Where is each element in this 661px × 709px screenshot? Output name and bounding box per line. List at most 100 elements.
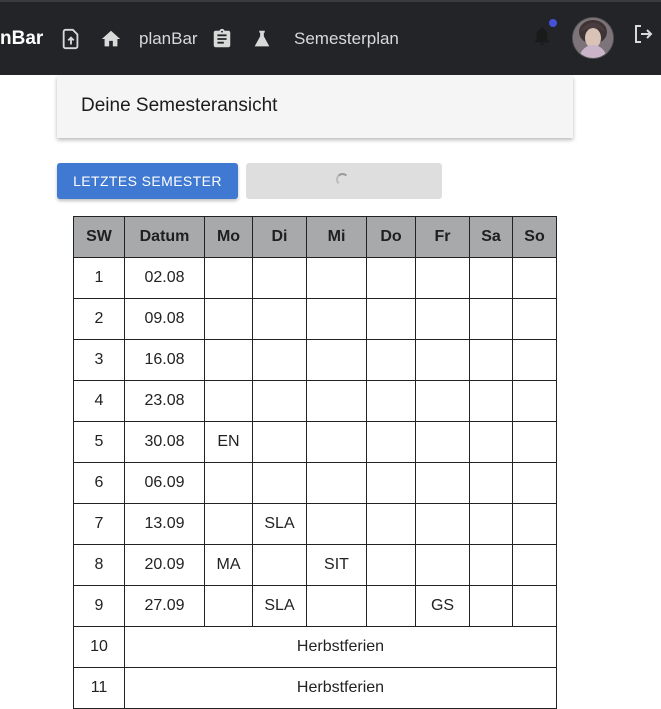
- cell-mi: [306, 503, 367, 545]
- clipboard-icon[interactable]: [211, 28, 233, 50]
- column-header-datum: Datum: [124, 216, 205, 258]
- cell-fr: [415, 380, 470, 422]
- cell-mo: [204, 298, 253, 340]
- cell-mi: [306, 380, 367, 422]
- cell-fr: [415, 421, 470, 463]
- cell-sw: 1: [73, 257, 125, 299]
- cell-sa: [469, 421, 513, 463]
- table-row: 6 06.09: [73, 462, 557, 504]
- cell-so: [512, 503, 557, 545]
- table-row: 5 30.08 EN: [73, 421, 557, 463]
- nav-link-semesterplan[interactable]: Semesterplan: [294, 29, 399, 49]
- column-header-di: Di: [252, 216, 307, 258]
- table-row: 1 02.08: [73, 257, 557, 299]
- cell-do: [366, 585, 416, 627]
- cell-di: SLA: [252, 585, 307, 627]
- flask-icon[interactable]: [251, 28, 273, 50]
- cell-so: [512, 462, 557, 504]
- holiday-label: Herbstferien: [124, 626, 557, 668]
- cell-fr: [415, 503, 470, 545]
- cell-mo: MA: [204, 544, 253, 586]
- cell-mo: [204, 462, 253, 504]
- cell-mo: [204, 339, 253, 381]
- cell-sa: [469, 380, 513, 422]
- cell-di: [252, 298, 307, 340]
- cell-sw: 3: [73, 339, 125, 381]
- cell-datum: 02.08: [124, 257, 205, 299]
- cell-sa: [469, 257, 513, 299]
- cell-datum: 13.09: [124, 503, 205, 545]
- nav-link-planbar[interactable]: planBar: [139, 29, 198, 49]
- cell-so: [512, 339, 557, 381]
- cell-sa: [469, 544, 513, 586]
- cell-sa: [469, 585, 513, 627]
- cell-so: [512, 544, 557, 586]
- column-header-sw: SW: [73, 216, 125, 258]
- cell-mo: [204, 257, 253, 299]
- cell-di: [252, 421, 307, 463]
- cell-mi: [306, 257, 367, 299]
- table-row: 4 23.08: [73, 380, 557, 422]
- cell-mi: SIT: [306, 544, 367, 586]
- cell-mo: [204, 380, 253, 422]
- notification-dot: [549, 19, 557, 27]
- navbar-edge: [0, 0, 661, 2]
- cell-so: [512, 421, 557, 463]
- logout-icon[interactable]: [631, 22, 655, 46]
- cell-so: [512, 257, 557, 299]
- previous-semester-button[interactable]: LETZTES SEMESTER: [57, 163, 238, 199]
- cell-datum: 27.09: [124, 585, 205, 627]
- column-header-fr: Fr: [415, 216, 470, 258]
- avatar[interactable]: [573, 18, 613, 58]
- cell-datum: 09.08: [124, 298, 205, 340]
- cell-sw: 11: [73, 667, 125, 709]
- semester-view-card: Deine Semesteransicht: [57, 76, 573, 138]
- cell-mo: [204, 585, 253, 627]
- cell-sw: 4: [73, 380, 125, 422]
- cell-sw: 7: [73, 503, 125, 545]
- cell-datum: 30.08: [124, 421, 205, 463]
- table-row: 7 13.09 SLA: [73, 503, 557, 545]
- cell-di: [252, 339, 307, 381]
- cell-fr: [415, 257, 470, 299]
- page-title: Deine Semesteransicht: [81, 95, 278, 116]
- cell-datum: 16.08: [124, 339, 205, 381]
- table-row: 2 09.08: [73, 298, 557, 340]
- cell-sw: 6: [73, 462, 125, 504]
- cell-sw: 5: [73, 421, 125, 463]
- upload-file-icon[interactable]: [60, 28, 82, 50]
- cell-di: [252, 257, 307, 299]
- cell-do: [366, 339, 416, 381]
- semester-plan-table: SW Datum Mo Di Mi Do Fr Sa So 1 02.08 2 09.…: [73, 216, 557, 709]
- cell-sw: 2: [73, 298, 125, 340]
- cell-fr: [415, 298, 470, 340]
- cell-datum: 20.09: [124, 544, 205, 586]
- cell-so: [512, 298, 557, 340]
- cell-di: SLA: [252, 503, 307, 545]
- cell-di: [252, 380, 307, 422]
- cell-sa: [469, 339, 513, 381]
- column-header-mi: Mi: [306, 216, 367, 258]
- cell-sw: 9: [73, 585, 125, 627]
- table-row-holiday: 10 Herbstferien: [73, 626, 557, 668]
- cell-mo: [204, 503, 253, 545]
- cell-fr: GS: [415, 585, 470, 627]
- app-brand[interactable]: nBar: [0, 28, 43, 50]
- column-header-sa: Sa: [469, 216, 513, 258]
- cell-mi: [306, 298, 367, 340]
- cell-sa: [469, 298, 513, 340]
- table-row: 8 20.09 MA SIT: [73, 544, 557, 586]
- cell-do: [366, 421, 416, 463]
- table-row-holiday: 11 Herbstferien: [73, 667, 557, 709]
- top-navbar: nBar planBar Semesterplan: [0, 0, 661, 75]
- cell-do: [366, 462, 416, 504]
- home-icon[interactable]: [100, 28, 122, 50]
- cell-di: [252, 544, 307, 586]
- cell-fr: [415, 462, 470, 504]
- next-semester-button-loading[interactable]: [246, 163, 442, 199]
- table-header-row: SW Datum Mo Di Mi Do Fr Sa So: [73, 216, 557, 258]
- bell-icon[interactable]: [531, 24, 553, 48]
- avatar-image: [573, 18, 613, 58]
- cell-do: [366, 503, 416, 545]
- cell-di: [252, 462, 307, 504]
